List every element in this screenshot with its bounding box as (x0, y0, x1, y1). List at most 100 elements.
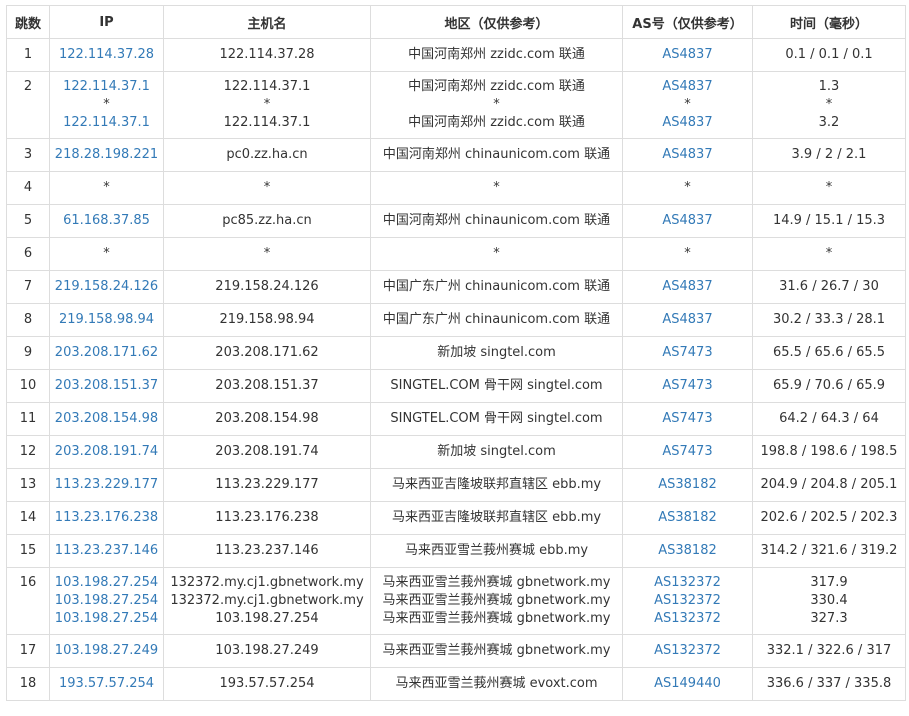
as-number-link[interactable]: AS7473 (623, 443, 752, 461)
no-response-marker: * (493, 180, 500, 195)
as-number-cell: AS149440 (622, 667, 753, 701)
as-number-link[interactable]: AS7473 (623, 377, 752, 395)
as-number-link[interactable]: AS38182 (623, 542, 752, 560)
no-response-marker: * (103, 180, 110, 195)
region-text: 中国河南郑州 chinaunicom.com 联通 (382, 147, 611, 162)
as-number-link[interactable]: AS4837 (623, 311, 752, 329)
table-row: 2 122.114.37.1 * 122.114.37.1 122.114.37.1 * 1… (6, 71, 906, 139)
ip-link[interactable]: 203.208.191.74 (50, 443, 163, 461)
as-number-link[interactable]: AS7473 (623, 410, 752, 428)
region-cell: 中国河南郑州 chinaunicom.com 联通 (370, 204, 623, 238)
hop-number: 9 (6, 336, 50, 370)
hostname-text: 122.114.37.28 (219, 47, 315, 62)
as-number-cell: AS4837 (622, 204, 753, 238)
as-number-cell: AS7473 (622, 435, 753, 469)
time-cell: 332.1 / 322.6 / 317 (752, 634, 906, 668)
time-text: 30.2 / 33.3 / 28.1 (772, 312, 886, 327)
hostname-cell: pc85.zz.ha.cn (163, 204, 371, 238)
ip-link[interactable]: 122.114.37.28 (50, 46, 163, 64)
time-text: 198.8 / 198.6 / 198.5 (760, 444, 898, 459)
region-cell: 中国河南郑州 zzidc.com 联通 * 中国河南郑州 zzidc.com 联通 (370, 71, 623, 139)
region-cell: 新加坡 singtel.com (370, 336, 623, 370)
hostname-cell: 122.114.37.1 * 122.114.37.1 (163, 71, 371, 139)
as-number-link[interactable]: AS38182 (623, 509, 752, 527)
hostname-text: 113.23.176.238 (215, 510, 319, 525)
as-number-link[interactable]: AS4837 (623, 278, 752, 296)
ip-link[interactable]: 103.198.27.254 (50, 592, 163, 610)
ip-cell: 203.208.191.74 (49, 435, 164, 469)
ip-link[interactable]: 218.28.198.221 (50, 146, 163, 164)
as-number-link[interactable]: AS4837 (623, 212, 752, 230)
as-number-link[interactable]: AS132372 (623, 610, 752, 628)
ip-link[interactable]: 219.158.98.94 (50, 311, 163, 329)
hostname-text: 219.158.98.94 (219, 312, 315, 327)
time-text: 14.9 / 15.1 / 15.3 (772, 213, 886, 228)
table-row: 15 113.23.237.146 113.23.237.146 马来西亚雪兰莪州赛城… (6, 534, 906, 568)
hop-number: 3 (6, 138, 50, 172)
hostname-text: 203.208.154.98 (215, 411, 319, 426)
ip-link[interactable]: 113.23.176.238 (50, 509, 163, 527)
region-text: 中国广东广州 chinaunicom.com 联通 (382, 279, 611, 294)
ip-link[interactable]: 103.198.27.249 (50, 642, 163, 660)
table-row: 16 103.198.27.254 103.198.27.254 103.198.27… (6, 567, 906, 635)
region-text: 马来西亚雪兰莪州赛城 ebb.my (404, 543, 589, 558)
time-cell: 336.6 / 337 / 335.8 (752, 667, 906, 701)
as-number-link[interactable]: AS7473 (623, 344, 752, 362)
as-number-cell: * (622, 237, 753, 271)
region-text: 马来西亚雪兰莪州赛城 gbnetwork.my (382, 643, 611, 658)
hop-number: 12 (6, 435, 50, 469)
hostname-text: pc0.zz.ha.cn (226, 147, 308, 162)
as-number-link[interactable]: AS4837 (623, 146, 752, 164)
time-cell: 204.9 / 204.8 / 205.1 (752, 468, 906, 502)
ip-link[interactable]: 203.208.154.98 (50, 410, 163, 428)
ip-link[interactable]: 122.114.37.1 (50, 78, 163, 96)
hostname-text: 132372.my.cj1.gbnetwork.my (170, 575, 364, 590)
as-number-cell: * (622, 171, 753, 205)
ip-link[interactable]: 103.198.27.254 (50, 574, 163, 592)
time-text: 317.9 (810, 575, 848, 590)
hop-number: 6 (6, 237, 50, 271)
time-text: 327.3 (810, 611, 848, 626)
time-text: 314.2 / 321.6 / 319.2 (760, 543, 898, 558)
time-cell: 317.9 330.4 327.3 (752, 567, 906, 635)
ip-cell: 218.28.198.221 (49, 138, 164, 172)
hostname-cell: * (163, 171, 371, 205)
as-number-link[interactable]: AS4837 (623, 78, 752, 96)
hop-number: 5 (6, 204, 50, 238)
region-text: 马来西亚雪兰莪州赛城 gbnetwork.my (382, 611, 611, 626)
hop-number: 17 (6, 634, 50, 668)
ip-link[interactable]: 193.57.57.254 (50, 675, 163, 693)
as-number-cell: AS4837 (622, 138, 753, 172)
ip-link[interactable]: 122.114.37.1 (50, 114, 163, 132)
ip-link[interactable]: 203.208.171.62 (50, 344, 163, 362)
ip-link[interactable]: 113.23.229.177 (50, 476, 163, 494)
as-number-link[interactable]: AS4837 (623, 46, 752, 64)
region-cell: 新加坡 singtel.com (370, 435, 623, 469)
region-cell: 马来西亚雪兰莪州赛城 evoxt.com (370, 667, 623, 701)
region-text: 中国河南郑州 zzidc.com 联通 (408, 115, 585, 130)
ip-link[interactable]: 113.23.237.146 (50, 542, 163, 560)
region-text: 马来西亚吉隆坡联邦直辖区 ebb.my (391, 477, 602, 492)
hostname-cell: 219.158.98.94 (163, 303, 371, 337)
ip-link[interactable]: 203.208.151.37 (50, 377, 163, 395)
hostname-cell: 203.208.191.74 (163, 435, 371, 469)
as-number-link[interactable]: AS132372 (623, 574, 752, 592)
hostname-cell: 219.158.24.126 (163, 270, 371, 304)
no-response-marker: * (825, 180, 833, 195)
ip-cell: 219.158.24.126 (49, 270, 164, 304)
as-number-link[interactable]: AS38182 (623, 476, 752, 494)
ip-cell: 122.114.37.28 (49, 38, 164, 72)
table-row: 14 113.23.176.238 113.23.176.238 马来西亚吉隆坡联邦直… (6, 501, 906, 535)
as-number-link[interactable]: AS132372 (623, 642, 752, 660)
as-number-link[interactable]: AS4837 (623, 114, 752, 132)
ip-cell: 193.57.57.254 (49, 667, 164, 701)
ip-cell: * (49, 171, 164, 205)
hostname-cell: 203.208.154.98 (163, 402, 371, 436)
as-number-link[interactable]: AS132372 (623, 592, 752, 610)
ip-link[interactable]: 103.198.27.254 (50, 610, 163, 628)
ip-cell: 113.23.176.238 (49, 501, 164, 535)
ip-link[interactable]: 219.158.24.126 (50, 278, 163, 296)
ip-link[interactable]: 61.168.37.85 (50, 212, 163, 230)
as-number-link[interactable]: AS149440 (623, 675, 752, 693)
time-text: 330.4 (810, 593, 848, 608)
